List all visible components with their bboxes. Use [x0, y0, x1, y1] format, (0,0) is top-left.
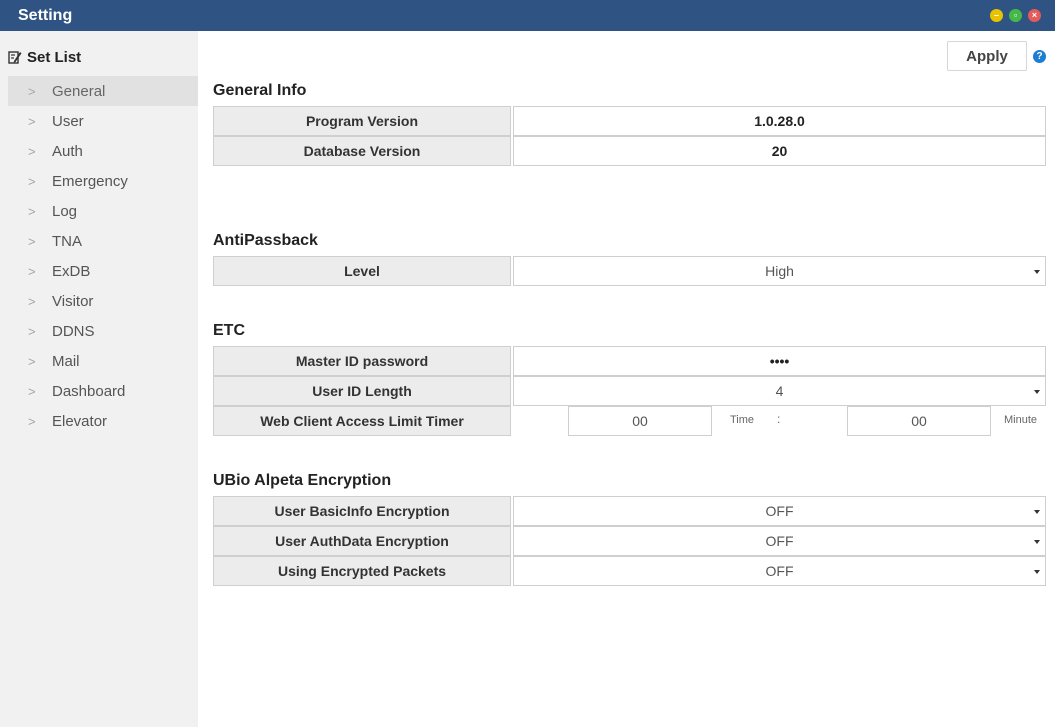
basicinfo-encryption-row: User BasicInfo Encryption OFF [213, 496, 1046, 526]
master-password-row: Master ID password •••• [213, 346, 1046, 376]
chevron-right-icon: > [28, 383, 36, 399]
antipassback-level-row: Level High [213, 256, 1046, 286]
sidebar-item-dashboard[interactable]: > Dashboard [8, 376, 198, 406]
sidebar-item-exdb[interactable]: > ExDB [8, 256, 198, 286]
level-select[interactable]: High [513, 256, 1046, 286]
sidebar-item-emergency[interactable]: > Emergency [8, 166, 198, 196]
encrypted-packets-value: OFF [765, 563, 794, 579]
basicinfo-encryption-select[interactable]: OFF [513, 496, 1046, 526]
master-password-label: Master ID password [213, 346, 511, 376]
chevron-right-icon: > [28, 83, 36, 99]
timer-hours-unit: Time [730, 414, 755, 426]
chevron-right-icon: > [28, 113, 36, 129]
program-version-value: 1.0.28.0 [513, 106, 1046, 136]
section-title-antipassback: AntiPassback [213, 232, 318, 249]
encrypted-packets-label: Using Encrypted Packets [213, 556, 511, 586]
sidebar-item-log[interactable]: > Log [8, 196, 198, 226]
close-icon[interactable]: × [1028, 9, 1041, 22]
database-version-value: 20 [513, 136, 1046, 166]
basicinfo-encryption-label: User BasicInfo Encryption [213, 496, 511, 526]
timer-separator: : [777, 412, 781, 426]
sidebar-item-mail[interactable]: > Mail [8, 346, 198, 376]
sidebar-item-label: TNA [52, 232, 82, 250]
section-title-general-info: General Info [213, 82, 307, 99]
authdata-encryption-row: User AuthData Encryption OFF [213, 526, 1046, 556]
sidebar-title: Set List [27, 48, 82, 66]
sidebar-item-visitor[interactable]: > Visitor [8, 286, 198, 316]
sidebar-item-general[interactable]: > General [8, 76, 198, 106]
database-version-row: Database Version 20 [213, 136, 1046, 166]
sidebar-item-label: DDNS [52, 322, 95, 340]
chevron-right-icon: > [28, 413, 36, 429]
apply-button[interactable]: Apply [947, 41, 1027, 71]
level-label: Level [213, 256, 511, 286]
chevron-right-icon: > [28, 323, 36, 339]
sidebar-item-label: Visitor [52, 292, 94, 310]
minimize-icon[interactable]: – [990, 9, 1003, 22]
sidebar-item-ddns[interactable]: > DDNS [8, 316, 198, 346]
timer-minutes-input[interactable]: 00 [847, 406, 991, 436]
sidebar-item-user[interactable]: > User [8, 106, 198, 136]
sidebar-item-label: ExDB [52, 262, 91, 280]
chevron-right-icon: > [28, 143, 36, 159]
sidebar-item-auth[interactable]: > Auth [8, 136, 198, 166]
caret-down-icon [1034, 510, 1040, 514]
edit-list-icon [8, 51, 22, 64]
encrypted-packets-row: Using Encrypted Packets OFF [213, 556, 1046, 586]
caret-down-icon [1034, 270, 1040, 274]
sidebar-item-label: Emergency [52, 172, 128, 190]
sidebar-item-label: Mail [52, 352, 80, 370]
section-title-etc: ETC [213, 322, 245, 339]
maximize-icon[interactable]: ▫ [1009, 9, 1022, 22]
sidebar-item-label: User [52, 112, 84, 130]
encrypted-packets-select[interactable]: OFF [513, 556, 1046, 586]
caret-down-icon [1034, 570, 1040, 574]
sidebar-item-elevator[interactable]: > Elevator [8, 406, 198, 436]
question-icon[interactable]: ? [1033, 50, 1046, 63]
user-id-length-row: User ID Length 4 [213, 376, 1046, 406]
sidebar-item-label: Dashboard [52, 382, 126, 400]
sidebar-item-tna[interactable]: > TNA [8, 226, 198, 256]
title-bar: Setting – ▫ × [0, 0, 1055, 31]
sidebar-item-label: General [52, 82, 106, 100]
authdata-encryption-select[interactable]: OFF [513, 526, 1046, 556]
user-id-length-value: 4 [775, 383, 784, 399]
sidebar-item-label: Elevator [52, 412, 108, 430]
section-title-encryption: UBio Alpeta Encryption [213, 472, 392, 489]
program-version-row: Program Version 1.0.28.0 [213, 106, 1046, 136]
master-password-field[interactable]: •••• [513, 346, 1046, 376]
authdata-encryption-label: User AuthData Encryption [213, 526, 511, 556]
chevron-right-icon: > [28, 293, 36, 309]
caret-down-icon [1034, 540, 1040, 544]
database-version-label: Database Version [213, 136, 511, 166]
web-timer-label: Web Client Access Limit Timer [213, 406, 511, 436]
web-timer-row: Web Client Access Limit Timer 00 Time : … [213, 406, 1046, 436]
caret-down-icon [1034, 390, 1040, 394]
level-select-value: High [765, 263, 794, 279]
basicinfo-encryption-value: OFF [765, 503, 794, 519]
sidebar: Set List > General > User > Auth > Emerg… [0, 31, 198, 727]
sidebar-header: Set List [8, 48, 81, 66]
chevron-right-icon: > [28, 263, 36, 279]
timer-minutes-unit: Minute [1004, 414, 1038, 426]
timer-hours-input[interactable]: 00 [568, 406, 712, 436]
user-id-length-select[interactable]: 4 [513, 376, 1046, 406]
program-version-label: Program Version [213, 106, 511, 136]
sidebar-item-label: Log [52, 202, 78, 220]
authdata-encryption-value: OFF [765, 533, 794, 549]
chevron-right-icon: > [28, 173, 36, 189]
chevron-right-icon: > [28, 203, 36, 219]
chevron-right-icon: > [28, 233, 36, 249]
user-id-length-label: User ID Length [213, 376, 511, 406]
window-title: Setting [18, 7, 73, 24]
chevron-right-icon: > [28, 353, 36, 369]
sidebar-item-label: Auth [52, 142, 83, 160]
